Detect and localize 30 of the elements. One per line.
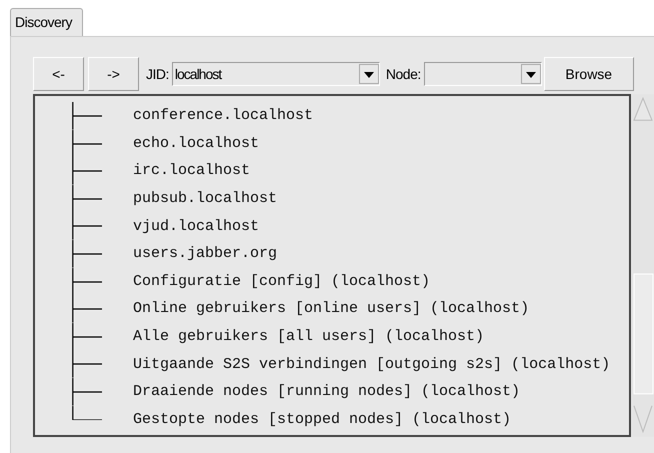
tree-branch-line bbox=[72, 240, 102, 268]
tree-item[interactable]: Uitgaande S2S verbindingen [outgoing s2s] (localhost) bbox=[133, 356, 610, 373]
browse-button[interactable]: Browse bbox=[544, 57, 634, 91]
tree-item[interactable]: conference.localhost bbox=[133, 107, 314, 124]
tree-branch-line bbox=[72, 102, 102, 130]
forward-button[interactable]: -> bbox=[88, 57, 139, 91]
tree-item[interactable]: Configuratie [config] (localhost) bbox=[133, 272, 430, 290]
tree-item[interactable]: Online gebruikers [online users] (localhost) bbox=[133, 300, 530, 318]
tree-item[interactable]: users.jabber.org bbox=[133, 245, 278, 262]
tree-branch-line bbox=[72, 157, 102, 185]
node-label: Node: bbox=[386, 66, 421, 82]
tree-item[interactable]: vjud.localhost bbox=[133, 218, 260, 235]
tree-branch-line bbox=[72, 184, 102, 212]
tree-item[interactable]: irc.localhost bbox=[133, 162, 250, 180]
tree-branch-line bbox=[72, 130, 102, 158]
tree-item[interactable]: Alle gebruikers [all users] (localhost) bbox=[133, 328, 484, 346]
node-dropdown[interactable] bbox=[424, 62, 542, 86]
tree-item[interactable]: Draaiende nodes [running nodes] (localhost) bbox=[133, 383, 520, 400]
tree-item[interactable]: Gestopte nodes [stopped nodes] (localhost) bbox=[133, 410, 512, 428]
tree-branch-line bbox=[72, 212, 102, 240]
tree-branch-line bbox=[72, 322, 102, 350]
tab[interactable]: Discovery bbox=[10, 8, 83, 36]
tree-branch-line bbox=[72, 295, 102, 323]
tree-branch-line bbox=[72, 268, 102, 296]
tree-item[interactable]: pubsub.localhost bbox=[133, 190, 278, 208]
back-button[interactable]: <- bbox=[33, 57, 84, 91]
jid-dropdown[interactable]: localhost bbox=[172, 62, 380, 86]
jid-label: JID: bbox=[146, 66, 169, 82]
tree-item[interactable]: echo.localhost bbox=[133, 134, 260, 152]
tree-branch-line bbox=[72, 350, 102, 378]
